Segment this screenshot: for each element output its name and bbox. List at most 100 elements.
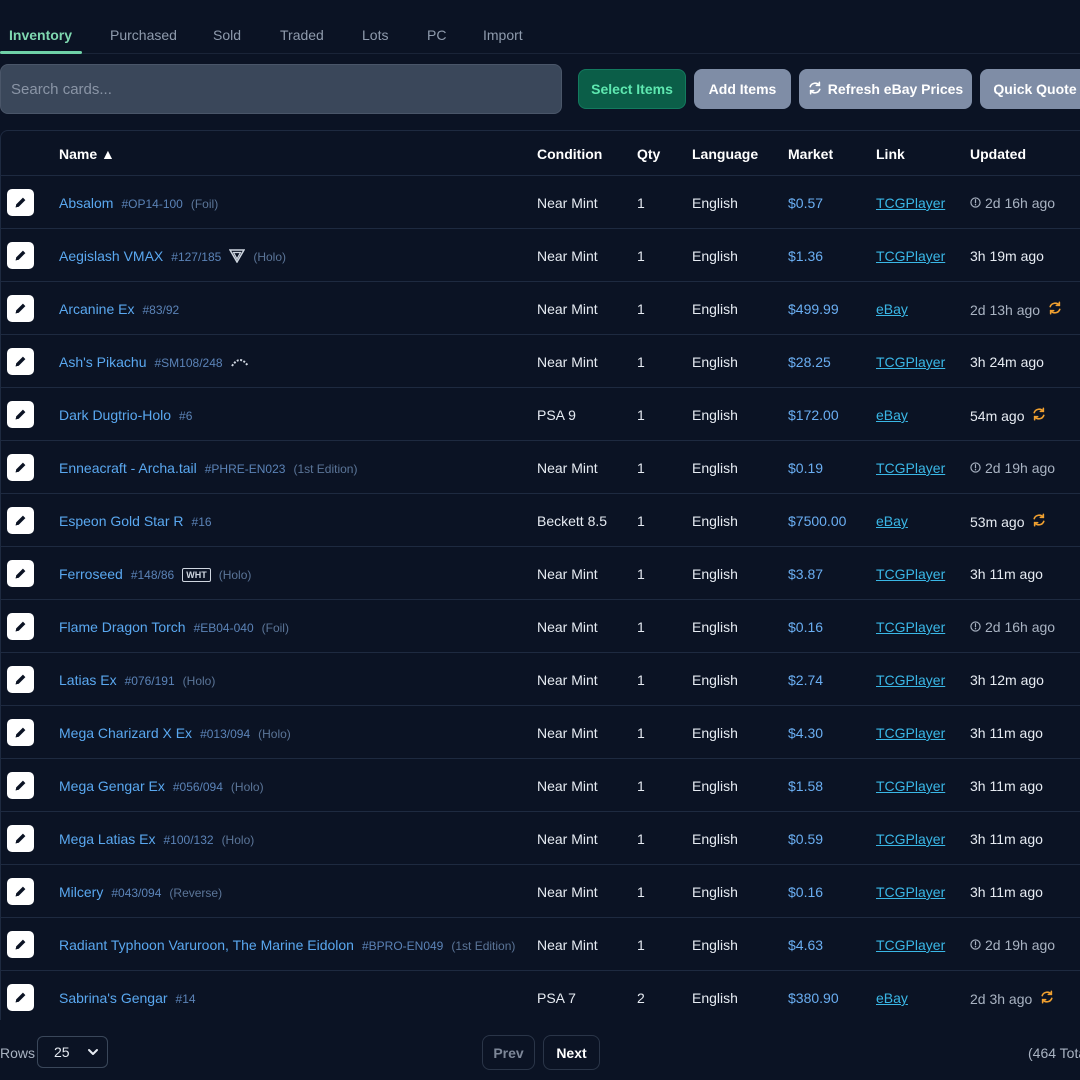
card-name-link[interactable]: Radiant Typhoon Varuroon, The Marine Eid…: [59, 937, 354, 953]
price-source-link[interactable]: TCGPlayer: [876, 460, 945, 476]
price-source-link[interactable]: eBay: [876, 301, 908, 317]
refresh-icon[interactable]: [1032, 513, 1046, 530]
card-number: #148/86: [130, 568, 175, 582]
card-name-link[interactable]: Milcery: [59, 884, 103, 900]
refresh-icon[interactable]: [1040, 990, 1054, 1007]
edit-button[interactable]: [7, 931, 34, 958]
table-row: Ash's Pikachu #SM108/248 Near Mint 1 English…: [1, 335, 1080, 388]
pencil-icon: [14, 673, 27, 686]
table-row: Sabrina's Gengar #14 PSA 7 2 English $380.90 e…: [1, 971, 1080, 1020]
refresh-icon[interactable]: [1048, 301, 1062, 318]
tab-purchased[interactable]: Purchased: [110, 27, 177, 43]
edit-button[interactable]: [7, 507, 34, 534]
edit-button[interactable]: [7, 613, 34, 640]
price-source-link[interactable]: TCGPlayer: [876, 937, 945, 953]
qty-cell: 1: [637, 248, 645, 264]
card-name-link[interactable]: Aegislash VMAX: [59, 248, 163, 264]
search-input[interactable]: [0, 64, 562, 114]
edit-button[interactable]: [7, 189, 34, 216]
edit-button[interactable]: [7, 984, 34, 1011]
refresh-ebay-prices-button[interactable]: Refresh eBay Prices: [799, 69, 972, 109]
tab-traded[interactable]: Traded: [280, 27, 324, 43]
price-source-link[interactable]: eBay: [876, 407, 908, 423]
market-price-cell: $28.25: [788, 354, 831, 370]
card-name-link[interactable]: Mega Gengar Ex: [59, 778, 165, 794]
card-name-link[interactable]: Sabrina's Gengar: [59, 990, 168, 1006]
add-items-button[interactable]: Add Items: [694, 69, 791, 109]
market-price-cell: $0.19: [788, 460, 824, 476]
edit-button[interactable]: [7, 719, 34, 746]
refresh-icon[interactable]: [1032, 407, 1046, 424]
price-source-link[interactable]: TCGPlayer: [876, 778, 945, 794]
rows-per-page-select[interactable]: 25: [37, 1036, 108, 1068]
market-price-cell: $172.00: [788, 407, 839, 423]
tab-sold[interactable]: Sold: [213, 27, 241, 43]
price-source-link[interactable]: TCGPlayer: [876, 619, 945, 635]
tab-lots[interactable]: Lots: [362, 27, 388, 43]
card-name-link[interactable]: Mega Latias Ex: [59, 831, 156, 847]
card-name-link[interactable]: Ash's Pikachu: [59, 354, 147, 370]
prev-page-button[interactable]: Prev: [482, 1035, 535, 1070]
edit-button[interactable]: [7, 878, 34, 905]
select-items-button[interactable]: Select Items: [578, 69, 686, 109]
condition-cell: Near Mint: [537, 778, 598, 794]
edit-button[interactable]: [7, 401, 34, 428]
updated-cell: 3h 19m ago: [970, 248, 1044, 264]
price-source-link[interactable]: TCGPlayer: [876, 672, 945, 688]
column-header-updated[interactable]: Updated: [970, 146, 1026, 162]
price-source-link[interactable]: TCGPlayer: [876, 884, 945, 900]
market-price-cell: $0.57: [788, 195, 824, 211]
qty-cell: 2: [637, 990, 645, 1006]
price-source-link[interactable]: TCGPlayer: [876, 725, 945, 741]
pagination-footer: Rows 25 Prev Next (464 Total: [0, 1020, 1080, 1080]
quick-quote-button[interactable]: Quick Quote: [980, 69, 1080, 109]
edit-button[interactable]: [7, 772, 34, 799]
price-source-link[interactable]: eBay: [876, 990, 908, 1006]
price-source-link[interactable]: TCGPlayer: [876, 195, 945, 211]
edit-button[interactable]: [7, 242, 34, 269]
price-source-link[interactable]: TCGPlayer: [876, 831, 945, 847]
edit-button[interactable]: [7, 295, 34, 322]
tab-inventory[interactable]: Inventory: [9, 27, 72, 43]
card-name-link[interactable]: Absalom: [59, 195, 113, 211]
updated-cell: 3h 11m ago: [970, 884, 1043, 900]
card-name-cell: Absalom #OP14-100 (Foil): [59, 195, 218, 211]
card-name-cell: Radiant Typhoon Varuroon, The Marine Eid…: [59, 937, 515, 953]
price-source-link[interactable]: TCGPlayer: [876, 354, 945, 370]
card-name-link[interactable]: Dark Dugtrio-Holo: [59, 407, 171, 423]
card-name-link[interactable]: Enneacraft - Archa.tail: [59, 460, 197, 476]
price-source-link[interactable]: TCGPlayer: [876, 566, 945, 582]
market-price-cell: $1.58: [788, 778, 824, 794]
card-name-link[interactable]: Flame Dragon Torch: [59, 619, 186, 635]
card-name-link[interactable]: Mega Charizard X Ex: [59, 725, 192, 741]
market-price-cell: $2.74: [788, 672, 824, 688]
card-name-link[interactable]: Arcanine Ex: [59, 301, 134, 317]
price-source-link[interactable]: TCGPlayer: [876, 248, 945, 264]
table-row: Absalom #OP14-100 (Foil) Near Mint 1 English $…: [1, 176, 1080, 229]
column-header-market[interactable]: Market: [788, 146, 833, 162]
card-variant-tag: (Foil): [190, 197, 219, 211]
edit-button[interactable]: [7, 560, 34, 587]
language-cell: English: [692, 460, 738, 476]
column-header-qty[interactable]: Qty: [637, 146, 660, 162]
edit-button[interactable]: [7, 825, 34, 852]
edit-button[interactable]: [7, 348, 34, 375]
next-page-button[interactable]: Next: [543, 1035, 600, 1070]
card-name-link[interactable]: Espeon Gold Star R: [59, 513, 184, 529]
card-number: #056/094: [172, 780, 223, 794]
column-header-name[interactable]: Name ▲: [59, 146, 115, 162]
edit-button[interactable]: [7, 454, 34, 481]
card-variant-tag: (Foil): [261, 621, 289, 635]
card-name-link[interactable]: Ferroseed: [59, 566, 123, 582]
edit-button[interactable]: [7, 666, 34, 693]
column-header-condition[interactable]: Condition: [537, 146, 602, 162]
tab-import[interactable]: Import: [483, 27, 523, 43]
pencil-icon: [14, 832, 27, 845]
card-name-link[interactable]: Latias Ex: [59, 672, 117, 688]
price-source-link[interactable]: eBay: [876, 513, 908, 529]
tab-pc[interactable]: PC: [427, 27, 446, 43]
column-header-link[interactable]: Link: [876, 146, 905, 162]
column-header-language[interactable]: Language: [692, 146, 758, 162]
pencil-icon: [14, 355, 27, 368]
card-variant-tag: (Holo): [230, 780, 264, 794]
